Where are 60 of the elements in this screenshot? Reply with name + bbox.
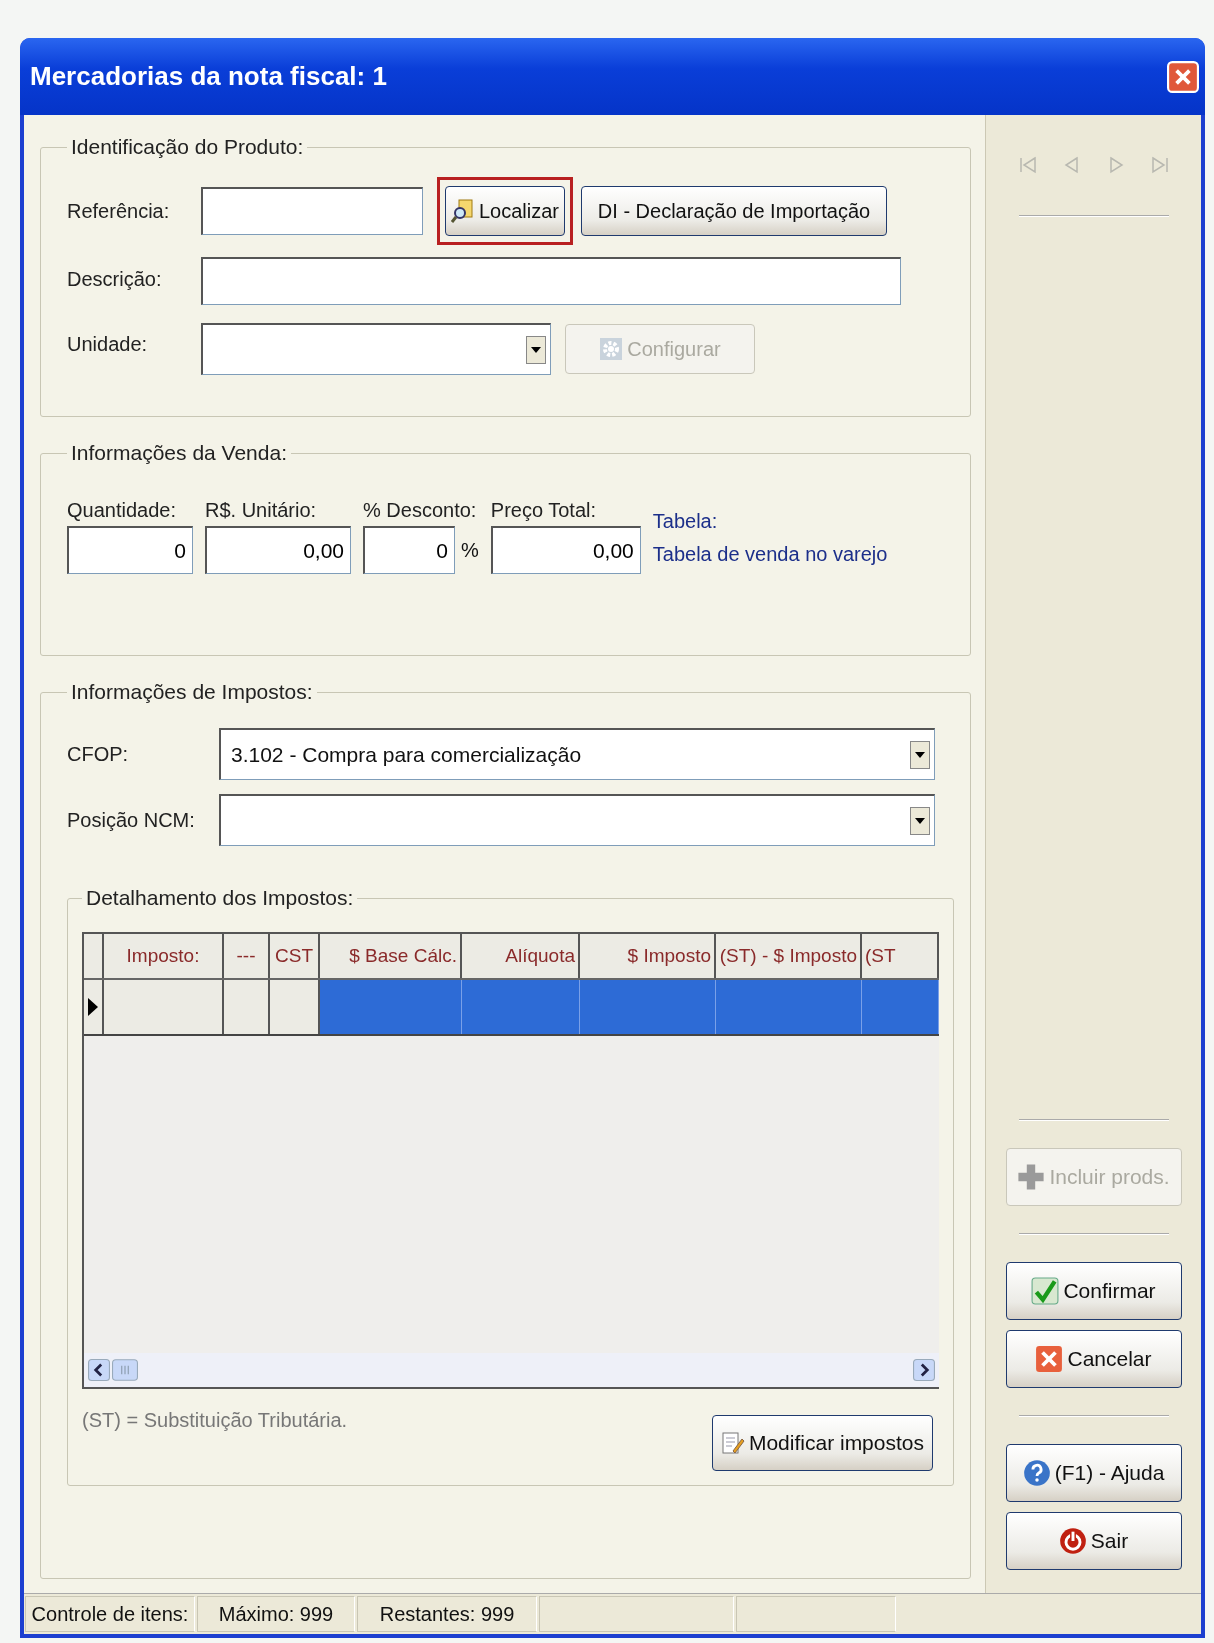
input-field[interactable]: 0,00 — [490, 526, 641, 574]
column-header[interactable]: CST — [270, 934, 320, 978]
field-label: R$. Unitário: — [205, 499, 318, 522]
dropdown-value: 3.102 - Compra para comercialização — [231, 742, 583, 767]
column-header[interactable]: (ST) - $ Imposto — [716, 934, 862, 978]
field-label: % Desconto: — [363, 499, 478, 522]
table-label: Tabela: — [652, 510, 719, 533]
ncm-dropdown[interactable] — [219, 794, 935, 846]
checkmark-icon — [1031, 1277, 1060, 1305]
group-title: Detalhamento dos Impostos: — [85, 886, 355, 910]
unit-label: % — [461, 538, 479, 562]
cfop-dropdown[interactable]: 3.102 - Compra para comercialização — [219, 728, 935, 780]
column-header[interactable]: --- — [224, 934, 270, 978]
window-title: Mercadorias da nota fiscal: 1 — [30, 61, 387, 92]
close-icon[interactable] — [1167, 60, 1199, 93]
group-title: Informações de Impostos: — [70, 680, 314, 704]
cancel-button[interactable]: Cancelar — [1005, 1330, 1182, 1388]
magnifier-icon — [451, 199, 475, 223]
input-field[interactable]: 0 — [67, 526, 193, 574]
field-label: Referência: — [67, 199, 171, 223]
scroll-left-icon[interactable] — [88, 1358, 110, 1382]
field-label: Quantidade: — [67, 499, 177, 522]
group-title: Identificação do Produto: — [70, 135, 305, 159]
column-header[interactable]: (ST — [862, 934, 939, 978]
input-field[interactable]: 0,00 — [205, 526, 351, 574]
unit-dropdown[interactable] — [201, 323, 551, 375]
help-button[interactable]: (F1) - Ajuda — [1005, 1444, 1182, 1502]
find-button[interactable]: Localizar — [445, 186, 565, 236]
field-label: Preço Total: — [490, 499, 598, 522]
field-label: Unidade: — [67, 332, 149, 356]
row-pointer-icon — [87, 997, 99, 1017]
scrollbar[interactable] — [84, 1353, 939, 1387]
field-label: Posição NCM: — [67, 808, 196, 832]
import-button[interactable]: DI - Declaração de Importação — [581, 186, 887, 236]
description-field[interactable] — [201, 257, 901, 305]
column-header[interactable]: Alíquota — [462, 934, 580, 978]
field-label: CFOP: — [67, 742, 130, 766]
group-title: Informações da Venda: — [70, 441, 288, 465]
cross-icon — [1035, 1345, 1064, 1373]
reference-field[interactable] — [201, 187, 423, 235]
column-header[interactable]: $ Imposto — [580, 934, 716, 978]
status-text: Controle de itens: — [25, 1596, 195, 1632]
input-field[interactable]: 0 — [363, 526, 455, 574]
column-header[interactable]: $ Base Cálc. — [320, 934, 462, 978]
status-text: Restantes: 999 — [357, 1596, 537, 1632]
scroll-right-icon[interactable] — [913, 1358, 935, 1382]
modify-taxes-button[interactable]: Modificar impostos — [711, 1415, 933, 1471]
gear-icon — [599, 337, 624, 361]
exit-button[interactable]: Sair — [1005, 1512, 1182, 1570]
scroll-thumb-icon[interactable] — [112, 1358, 138, 1382]
table-name: Tabela de venda no varejo — [652, 543, 888, 566]
power-icon — [1058, 1527, 1087, 1555]
status-text: Máximo: 999 — [197, 1596, 355, 1632]
document-pencil-icon — [720, 1431, 745, 1455]
field-label: Descrição: — [67, 267, 163, 291]
note-text: (ST) = Substituição Tributária. — [82, 1409, 348, 1432]
confirm-button[interactable]: Confirmar — [1005, 1262, 1182, 1320]
column-header[interactable]: Imposto: — [104, 934, 224, 978]
plus-icon — [1017, 1163, 1046, 1191]
help-icon — [1022, 1459, 1051, 1487]
